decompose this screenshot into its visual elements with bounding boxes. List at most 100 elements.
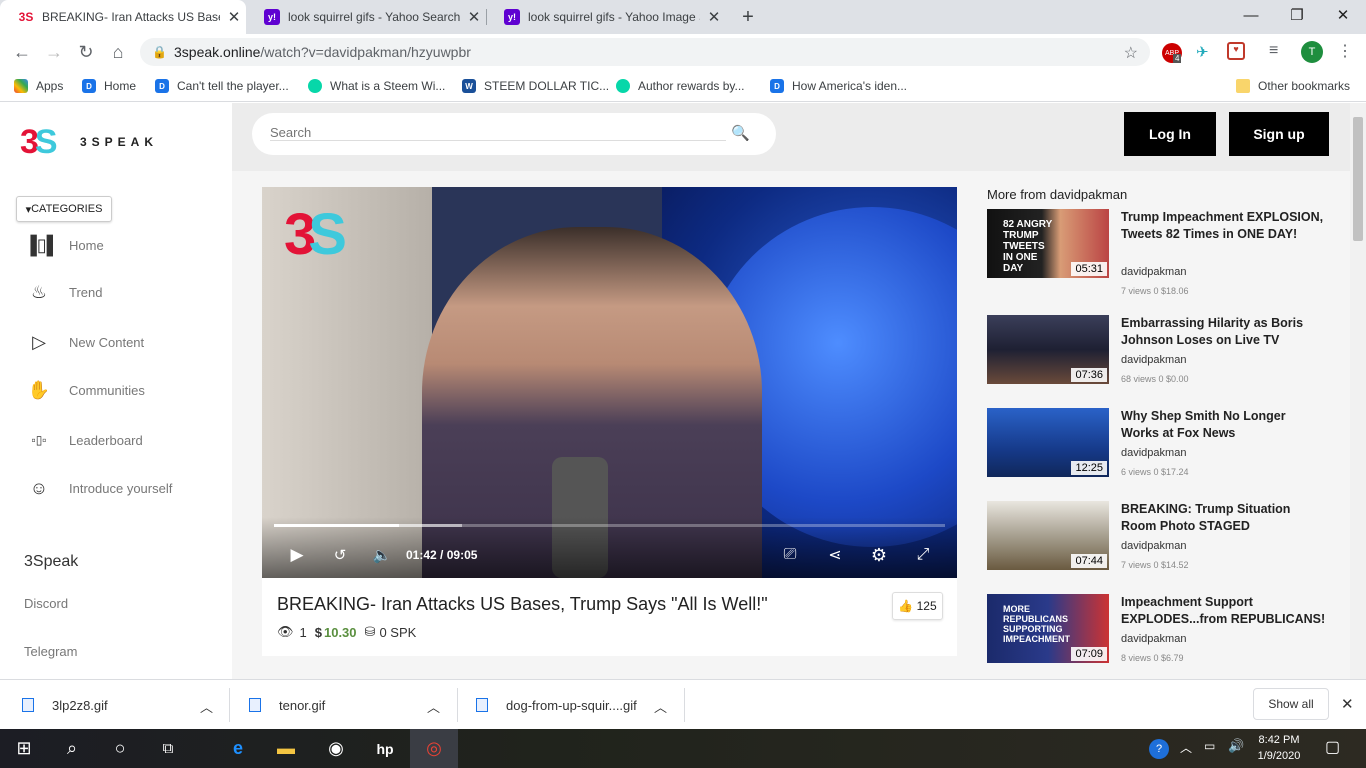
extension-shield-icon[interactable]: ♥ xyxy=(1227,42,1245,60)
related-author[interactable]: davidpakman xyxy=(1121,354,1186,366)
video-player[interactable]: 3S ▶ ↺ 🔈 01:42 / 09:05 ⎚ ⋖ ⚙ ⤢ xyxy=(262,187,957,578)
video-thumbnail[interactable]: 07:44 xyxy=(987,501,1109,570)
task-view-icon[interactable]: ⧉ xyxy=(144,729,192,768)
close-window-icon[interactable]: ✕ xyxy=(1320,0,1366,30)
file-explorer-icon[interactable]: ▬ xyxy=(262,729,310,768)
thumbnail-caption: 82 ANGRY TRUMP TWEETS IN ONE DAY xyxy=(1003,219,1053,274)
chevron-up-icon[interactable]: ︿ xyxy=(427,697,440,716)
related-video-item[interactable]: 07:44 BREAKING: Trump Situation Room Pho… xyxy=(987,501,1327,573)
related-author[interactable]: davidpakman xyxy=(1121,266,1186,278)
bookmark-home[interactable]: D Home xyxy=(82,76,136,96)
video-thumbnail[interactable]: MORE REPUBLICANS SUPPORTING IMPEACHMENT … xyxy=(987,594,1109,663)
reload-icon[interactable]: ↻ xyxy=(74,40,98,64)
system-clock[interactable]: 8:42 PM 1/9/2020 xyxy=(1254,732,1304,764)
3speak-logo[interactable]: 3S xyxy=(20,123,58,162)
tab-yahoo-images[interactable]: y! look squirrel gifs - Yahoo Image S ✕ xyxy=(486,0,726,34)
video-thumbnail[interactable]: 12:25 xyxy=(987,408,1109,477)
bookmark-steem-wiki[interactable]: What is a Steem Wi... xyxy=(308,76,445,96)
address-bar[interactable]: 🔒 3speak.online/watch?v=davidpakman/hzyu… xyxy=(140,38,1150,66)
tab-3speak[interactable]: 3S BREAKING- Iran Attacks US Bases ✕ xyxy=(0,0,246,34)
play-icon[interactable]: ▶ xyxy=(285,543,309,567)
related-title[interactable]: Impeachment Support EXPLODES...from REPU… xyxy=(1121,594,1327,628)
new-tab-button[interactable]: + xyxy=(736,5,760,29)
download-item[interactable]: 3lp2z8.gif xyxy=(22,680,108,730)
extension-icon[interactable]: ✈ xyxy=(1196,43,1209,61)
search-icon[interactable]: ⌕ xyxy=(48,729,96,768)
maximize-icon[interactable]: ❐ xyxy=(1274,0,1320,30)
bookmark-other[interactable]: Other bookmarks xyxy=(1236,76,1350,96)
download-item[interactable]: dog-from-up-squir....gif xyxy=(476,680,637,730)
video-thumbnail[interactable]: 82 ANGRY TRUMP TWEETS IN ONE DAY 05:31 xyxy=(987,209,1109,278)
sidebar-item-new-content[interactable]: ▷ New Content xyxy=(24,330,144,354)
bookmark-steem-dollar[interactable]: W STEEM DOLLAR TIC... xyxy=(462,76,609,96)
page-scrollbar[interactable] xyxy=(1350,103,1366,679)
signup-button[interactable]: Sign up xyxy=(1229,112,1329,156)
close-downloads-icon[interactable]: ✕ xyxy=(1341,695,1354,713)
chevron-up-icon[interactable]: ︿ xyxy=(654,697,667,716)
bookmark-how-america[interactable]: D How America's iden... xyxy=(770,76,907,96)
cortana-icon[interactable]: ○ xyxy=(96,729,144,768)
rewind-10-icon[interactable]: ↺ xyxy=(328,543,352,567)
show-all-button[interactable]: Show all xyxy=(1253,688,1329,720)
close-tab-icon[interactable]: ✕ xyxy=(466,8,482,26)
camera-app-icon[interactable]: ◉ xyxy=(312,729,360,768)
related-title[interactable]: BREAKING: Trump Situation Room Photo STA… xyxy=(1121,501,1327,535)
hp-icon[interactable]: hp xyxy=(361,729,409,768)
sidebar-link-discord[interactable]: Discord xyxy=(24,596,68,611)
related-video-item[interactable]: 07:36 Embarrassing Hilarity as Boris Joh… xyxy=(987,315,1327,387)
notifications-icon[interactable]: ▢ xyxy=(1325,737,1340,757)
home-icon[interactable]: ⌂ xyxy=(106,40,130,64)
scrollbar-thumb[interactable] xyxy=(1353,117,1363,241)
profile-avatar[interactable]: T xyxy=(1301,41,1323,63)
related-title[interactable]: Trump Impeachment EXPLOSION, Tweets 82 T… xyxy=(1121,209,1327,243)
share-icon[interactable]: ⋖ xyxy=(823,543,847,567)
sidebar-item-trend[interactable]: ♨ Trend xyxy=(24,280,103,304)
settings-gear-icon[interactable]: ⚙ xyxy=(867,543,891,567)
close-tab-icon[interactable]: ✕ xyxy=(226,8,242,26)
related-video-item[interactable]: 82 ANGRY TRUMP TWEETS IN ONE DAY 05:31 T… xyxy=(987,209,1327,296)
edge-icon[interactable]: e xyxy=(214,729,262,768)
login-button[interactable]: Log In xyxy=(1124,112,1216,156)
battery-icon[interactable]: ▭ xyxy=(1204,739,1215,753)
related-video-item[interactable]: MORE REPUBLICANS SUPPORTING IMPEACHMENT … xyxy=(987,594,1327,666)
volume-icon[interactable]: 🔈 xyxy=(370,543,394,567)
video-thumbnail[interactable]: 07:36 xyxy=(987,315,1109,384)
sidebar-item-home[interactable]: ▐▯▌ Home xyxy=(24,233,104,257)
download-item[interactable]: tenor.gif xyxy=(249,680,325,730)
media-control-icon[interactable]: ≡ xyxy=(1269,42,1278,60)
volume-icon[interactable]: 🔊 xyxy=(1228,738,1244,754)
forward-arrow-icon[interactable]: → xyxy=(42,40,66,64)
search-icon[interactable]: 🔍 xyxy=(731,124,750,142)
seek-bar[interactable] xyxy=(274,524,945,527)
categories-dropdown[interactable]: ▾ CATEGORIES xyxy=(16,196,112,222)
related-author[interactable]: davidpakman xyxy=(1121,540,1186,552)
sidebar-item-communities[interactable]: ✋ Communities xyxy=(24,378,145,402)
minimize-icon[interactable]: — xyxy=(1228,0,1274,30)
fullscreen-icon[interactable]: ⤢ xyxy=(911,543,935,567)
related-title[interactable]: Embarrassing Hilarity as Boris Johnson L… xyxy=(1121,315,1327,349)
sidebar-item-introduce[interactable]: ☺ Introduce yourself xyxy=(24,476,173,500)
like-button[interactable]: 👍 125 xyxy=(892,592,943,620)
related-video-item[interactable]: 12:25 Why Shep Smith No Longer Works at … xyxy=(987,408,1327,480)
related-author[interactable]: davidpakman xyxy=(1121,447,1186,459)
handshake-icon: ✋ xyxy=(27,379,51,400)
search-input[interactable] xyxy=(270,125,726,141)
related-title[interactable]: Why Shep Smith No Longer Works at Fox Ne… xyxy=(1121,408,1327,442)
bookmark-apps[interactable]: Apps xyxy=(14,76,63,96)
cast-icon[interactable]: ⎚ xyxy=(778,543,802,567)
back-arrow-icon[interactable]: ← xyxy=(10,40,34,64)
help-icon[interactable]: ? xyxy=(1149,739,1169,759)
related-author[interactable]: davidpakman xyxy=(1121,633,1186,645)
tab-yahoo-search[interactable]: y! look squirrel gifs - Yahoo Search ✕ xyxy=(246,0,486,34)
chevron-up-icon[interactable]: ︿ xyxy=(200,697,213,716)
bookmark-author-rewards[interactable]: Author rewards by... xyxy=(616,76,745,96)
menu-kebab-icon[interactable]: ⋮ xyxy=(1337,41,1353,61)
sidebar-item-leaderboard[interactable]: ▫▯▫ Leaderboard xyxy=(24,428,142,452)
close-tab-icon[interactable]: ✕ xyxy=(706,8,722,26)
windows-start-icon[interactable]: ⊞ xyxy=(0,729,48,768)
sidebar-link-telegram[interactable]: Telegram xyxy=(24,644,77,659)
bookmark-star-icon[interactable]: ☆ xyxy=(1124,43,1138,63)
chrome-icon[interactable]: ◎ xyxy=(410,729,458,768)
chevron-up-icon[interactable]: ︿ xyxy=(1180,739,1192,756)
bookmark-cant-tell[interactable]: D Can't tell the player... xyxy=(155,76,289,96)
